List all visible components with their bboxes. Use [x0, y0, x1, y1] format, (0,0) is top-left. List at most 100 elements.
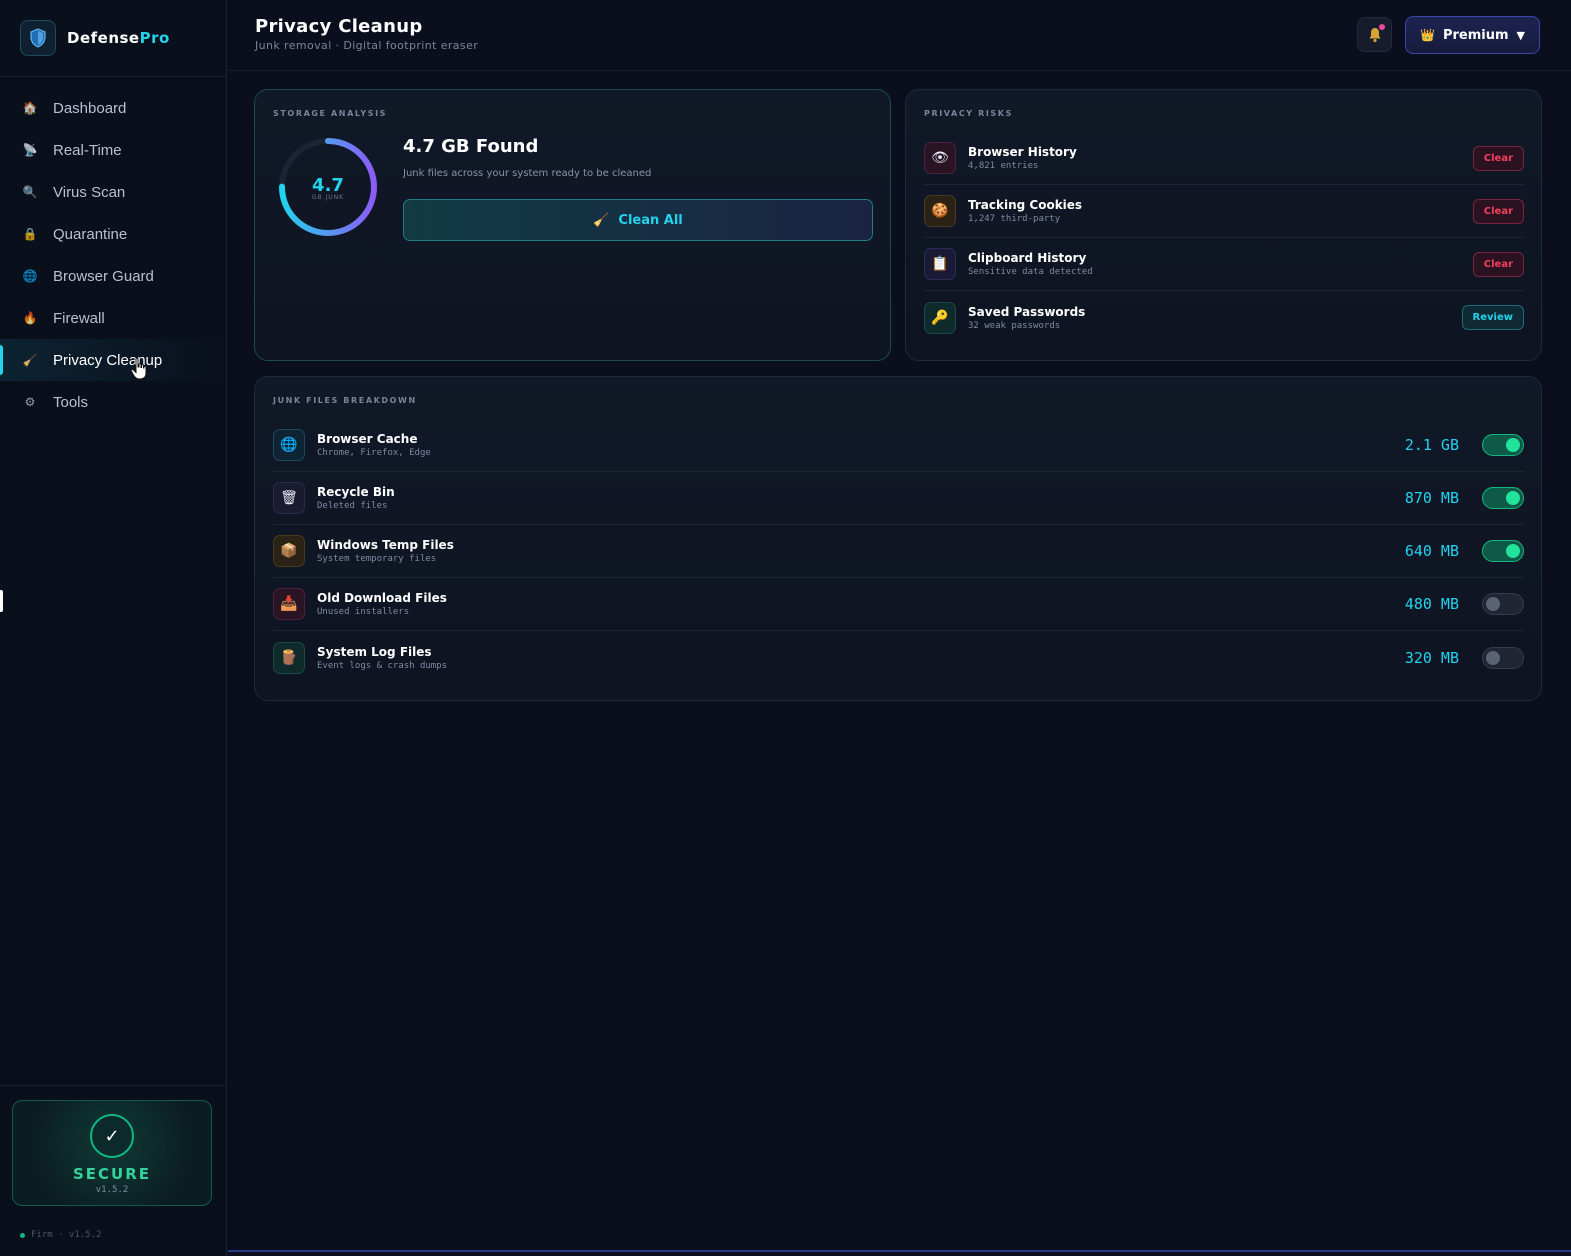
shield-logo-icon: [20, 20, 56, 56]
package-icon: 📦: [273, 535, 305, 567]
secure-status-card: ✓ SECURE v1.5.2: [12, 1100, 212, 1206]
toggle-knob: [1486, 597, 1500, 611]
junk-toggle[interactable]: [1482, 593, 1524, 615]
sidebar-item-tools[interactable]: ⚙ Tools: [0, 381, 226, 423]
sidebar-nav: 🏠 Dashboard 📡 Real-Time 🔍 Virus Scan 🔒 Quaranti…: [0, 87, 226, 423]
check-icon: ✓: [90, 1114, 134, 1158]
junk-text: Recycle Bin Deleted files: [317, 485, 395, 511]
search-icon: 🔍: [22, 185, 38, 199]
junk-size: 2.1 GB: [1404, 436, 1459, 454]
brand-name: DefensePro: [67, 29, 170, 47]
trash-icon: 🗑: [273, 482, 305, 514]
toggle-knob: [1506, 438, 1520, 452]
junk-size: 640 MB: [1404, 542, 1459, 560]
storage-analysis-card: STORAGE ANALYSIS 4.7 GB JUNK 4.7 GB Foun…: [254, 89, 891, 361]
sidebar-item-virus-scan[interactable]: 🔍 Virus Scan: [0, 171, 226, 213]
brand: DefensePro: [0, 0, 226, 77]
bottom-accent-bar: [228, 1250, 1571, 1252]
junk-size: 870 MB: [1404, 489, 1459, 507]
page-title: Privacy Cleanup: [255, 16, 423, 37]
sidebar-item-label: Dashboard: [53, 99, 127, 117]
sidebar-item-firewall[interactable]: 🔥 Firewall: [0, 297, 226, 339]
risk-subtitle: 1,247 third-party: [968, 214, 1061, 224]
clean-all-label: Clean All: [618, 212, 683, 228]
sidebar-item-label: Browser Guard: [53, 267, 154, 285]
header: Privacy Cleanup Junk removal · Digital f…: [228, 0, 1571, 71]
junk-title: Windows Temp Files: [317, 538, 454, 552]
premium-button[interactable]: 👑 Premium ▼: [1405, 16, 1540, 54]
junk-subtitle: System temporary files: [317, 554, 437, 564]
privacy-risk-row: 🍪 Tracking Cookies 1,247 third-party Clear: [924, 185, 1524, 238]
version-label: v1.5.2: [95, 1185, 129, 1195]
sidebar-item-quarantine[interactable]: 🔒 Quarantine: [0, 213, 226, 255]
sidebar-item-label: Quarantine: [53, 225, 128, 243]
log-icon: 🪵: [273, 641, 305, 674]
notification-dot: [1379, 24, 1385, 30]
risk-text: Browser History 4,821 entries: [968, 145, 1077, 171]
sidebar-item-dashboard[interactable]: 🏠 Dashboard: [0, 87, 226, 129]
junk-toggle[interactable]: [1482, 646, 1524, 669]
lock-icon: 🔒: [22, 227, 38, 241]
junk-title: Old Download Files: [317, 591, 447, 605]
junk-title: Recycle Bin: [317, 485, 395, 499]
clear-button[interactable]: Clear: [1472, 145, 1524, 171]
junk-subtitle: Unused installers: [317, 607, 410, 617]
junk-toggle[interactable]: [1482, 540, 1524, 562]
junk-file-row: 📥 Old Download Files Unused installers 480 …: [273, 578, 1524, 631]
risk-subtitle: 32 weak passwords: [968, 320, 1061, 331]
fire-icon: 🔥: [22, 311, 38, 325]
clean-all-button[interactable]: 🧹 Clean All: [403, 199, 873, 241]
toggle-knob: [1486, 650, 1500, 665]
toggle-knob: [1506, 491, 1520, 505]
junk-toggle[interactable]: [1482, 434, 1524, 456]
risk-text: Clipboard History Sensitive data detected: [968, 251, 1093, 277]
edge-indicator: [0, 590, 3, 612]
brand-name-accent: Pro: [139, 29, 170, 47]
junk-subtitle: Deleted files: [317, 501, 388, 511]
broom-icon: 🧹: [593, 212, 610, 228]
junk-toggle[interactable]: [1482, 487, 1524, 509]
privacy-risk-row: 📋 Clipboard History Sensitive data detecte…: [924, 238, 1524, 291]
divider: [0, 1085, 226, 1086]
junk-file-row: 🌐 Browser Cache Chrome, Firefox, Edge 2.1 G…: [273, 419, 1524, 472]
junk-file-row: 🪵 System Log Files Event logs & crash dump…: [273, 631, 1524, 684]
sidebar: DefensePro 🏠 Dashboard 📡 Real-Time 🔍 Virus Sc…: [0, 0, 227, 1256]
sidebar-item-real-time[interactable]: 📡 Real-Time: [0, 129, 226, 171]
gauge-value: 4.7: [312, 175, 344, 196]
junk-text: Browser Cache Chrome, Firefox, Edge: [317, 432, 431, 458]
clear-button[interactable]: Clear: [1472, 251, 1524, 277]
risk-subtitle: Sensitive data detected: [968, 267, 1093, 277]
risk-title: Saved Passwords: [968, 304, 1086, 319]
sidebar-item-label: Virus Scan: [53, 183, 126, 201]
risk-text: Saved Passwords 32 weak passwords: [968, 305, 1085, 331]
sidebar-item-label: Real-Time: [53, 141, 122, 159]
junk-file-row: 🗑 Recycle Bin Deleted files 870 MB: [273, 472, 1524, 525]
hand-cursor-icon: [130, 357, 147, 380]
gauge-unit: GB JUNK: [311, 194, 345, 201]
junk-size: 480 MB: [1404, 595, 1459, 613]
notifications-button[interactable]: [1357, 17, 1392, 52]
junk-subtitle: Chrome, Firefox, Edge: [317, 448, 431, 458]
sidebar-item-browser-guard[interactable]: 🌐 Browser Guard: [0, 255, 226, 297]
review-button[interactable]: Review: [1461, 305, 1524, 330]
clear-button[interactable]: Clear: [1472, 198, 1524, 224]
junk-text: System Log Files Event logs & crash dumps: [317, 645, 447, 671]
junk-title: System Log Files: [317, 644, 432, 659]
secure-status-text: SECURE: [72, 1165, 152, 1183]
crown-icon: 👑: [1420, 28, 1435, 42]
junk-size: 320 MB: [1404, 648, 1459, 667]
risk-text: Tracking Cookies 1,247 third-party: [968, 198, 1082, 224]
caret-down-icon: ▼: [1516, 28, 1525, 42]
clipboard-icon: 📋: [924, 248, 956, 280]
broom-icon: 🧹: [22, 353, 38, 367]
junk-file-row: 📦 Windows Temp Files System temporary file…: [273, 525, 1524, 578]
card-label: PRIVACY RISKS: [924, 109, 1013, 118]
key-icon: 🔑: [924, 301, 956, 334]
junk-subtitle: Event logs & crash dumps: [317, 660, 448, 671]
card-label: STORAGE ANALYSIS: [273, 109, 388, 118]
sidebar-item-label: Firewall: [53, 309, 105, 327]
sidebar-item-privacy-cleanup[interactable]: 🧹 Privacy Cleanup: [0, 339, 226, 381]
risk-subtitle: 4,821 entries: [968, 161, 1039, 171]
risk-title: Clipboard History: [968, 251, 1087, 265]
premium-label: Premium: [1442, 27, 1509, 43]
